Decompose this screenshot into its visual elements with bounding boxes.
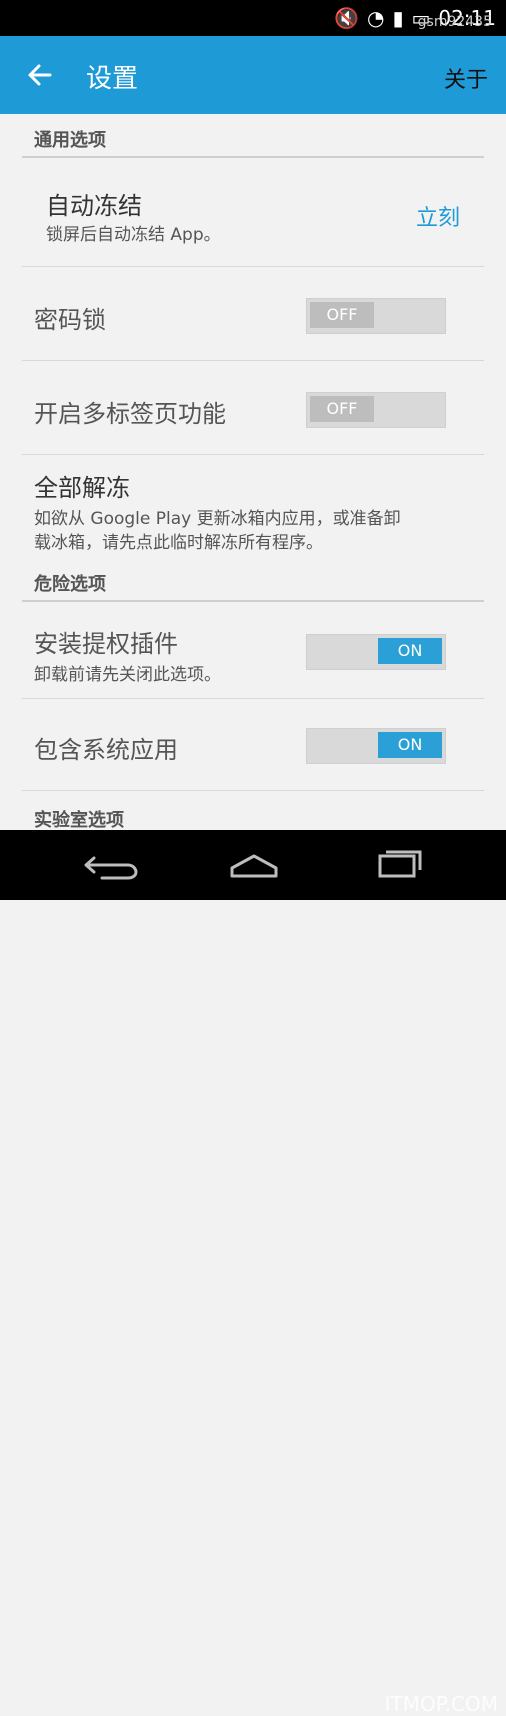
section-header-general: 通用选项 [34, 130, 106, 151]
wifi-icon: ◔ [366, 6, 385, 30]
back-nav-button[interactable] [84, 850, 140, 884]
row-divider [22, 360, 484, 361]
action-bar: 设置 关于 [0, 36, 506, 114]
section-divider [22, 156, 484, 158]
password-lock-toggle[interactable]: OFF [306, 298, 446, 334]
recents-nav-button[interactable] [370, 848, 426, 886]
back-nav-icon [84, 856, 138, 880]
back-button[interactable] [22, 58, 56, 92]
include-system-title: 包含系统应用 [34, 736, 178, 764]
unfreeze-all-title: 全部解冻 [34, 474, 130, 502]
multi-tab-title: 开启多标签页功能 [34, 400, 226, 428]
section-header-lab: 实验室选项 [34, 810, 124, 831]
auto-freeze-title: 自动冻结 [46, 192, 142, 220]
mute-icon: 🔇 [334, 6, 359, 30]
carrier-label: gsm92435 [417, 14, 492, 30]
page-title: 设置 [86, 64, 139, 94]
about-button[interactable]: 关于 [444, 62, 488, 94]
row-divider [22, 454, 484, 455]
signal-icon: ▮ [392, 6, 404, 30]
back-arrow-icon [28, 64, 52, 86]
multi-tab-toggle[interactable]: OFF [306, 392, 446, 428]
install-plugin-toggle[interactable]: ON [306, 634, 446, 670]
navigation-bar: ITMOP.COM [0, 830, 506, 1716]
install-plugin-subtitle: 卸载前请先关闭此选项。 [34, 665, 221, 685]
unfreeze-all-desc-2: 载冰箱，请先点此临时解冻所有程序。 [34, 533, 323, 553]
row-divider [22, 790, 484, 791]
install-plugin-title: 安装提权插件 [34, 630, 178, 658]
toggle-knob: ON [378, 732, 442, 758]
home-nav-icon [230, 854, 278, 878]
recents-nav-icon [378, 850, 422, 878]
toggle-knob: ON [378, 638, 442, 664]
toggle-knob: OFF [310, 396, 374, 422]
section-header-danger: 危险选项 [34, 574, 106, 595]
home-nav-button[interactable] [226, 850, 282, 886]
auto-freeze-subtitle: 锁屏后自动冻结 App。 [46, 225, 221, 245]
row-divider [22, 266, 484, 267]
unfreeze-all-desc-1: 如欲从 Google Play 更新冰箱内应用，或准备卸 [34, 509, 401, 529]
include-system-toggle[interactable]: ON [306, 728, 446, 764]
password-lock-title: 密码锁 [34, 306, 106, 334]
status-bar: 🔇 ◔ ▮ ▭ 02:11 gsm92435 [0, 0, 506, 36]
toggle-knob: OFF [310, 302, 374, 328]
row-divider [22, 698, 484, 699]
watermark: ITMOP.COM [384, 1692, 498, 1716]
section-divider [22, 600, 484, 602]
settings-list[interactable]: 通用选项 自动冻结 锁屏后自动冻结 App。 立刻 密码锁 OFF 开启多标签页… [0, 114, 506, 831]
auto-freeze-value[interactable]: 立刻 [416, 200, 460, 232]
